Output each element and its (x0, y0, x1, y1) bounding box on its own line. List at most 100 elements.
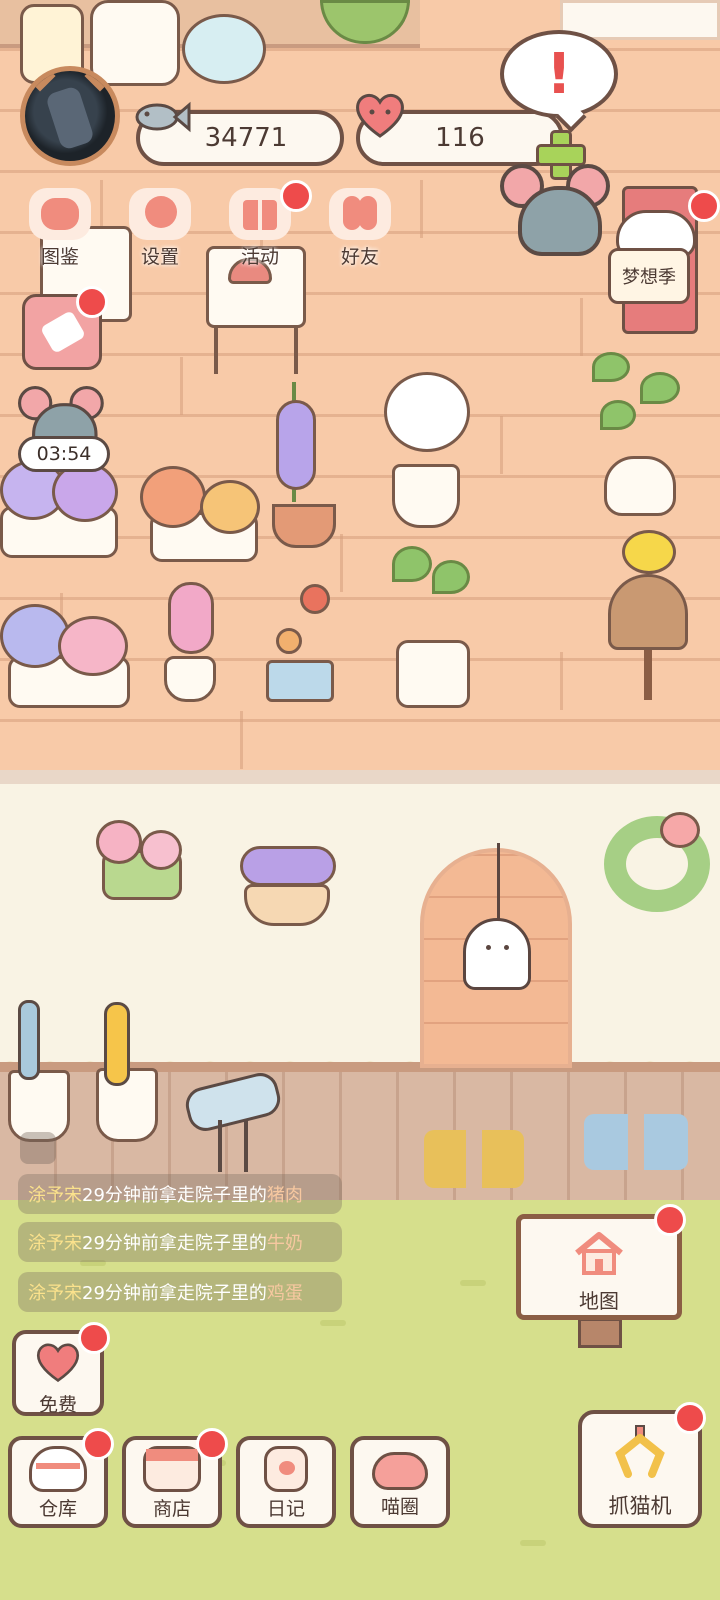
pink-flower (96, 820, 142, 864)
menu-friends-label: 好友 (340, 246, 379, 268)
tulip-flower (300, 584, 330, 614)
warehouse-icon (29, 1446, 87, 1492)
diary-icon (264, 1446, 308, 1492)
fig-leaf (432, 560, 470, 594)
diary-label: 日记 (266, 1498, 305, 1520)
claw-machine-label: 抓猫机 (608, 1494, 672, 1518)
claw-notification-badge (674, 1402, 706, 1434)
brick-line (340, 534, 343, 592)
feed-user: 涂予宋 (28, 1185, 82, 1206)
menu-catalog-label: 图鉴 (40, 246, 79, 268)
gear-icon (129, 188, 191, 240)
menu-settings-label: 设置 (140, 246, 179, 268)
dream-season-button[interactable]: 梦想季 (608, 248, 690, 304)
events-notification-badge (280, 180, 312, 212)
heart-icon (356, 94, 404, 138)
warehouse-notification-badge (82, 1428, 114, 1460)
easel-leg (294, 328, 298, 374)
lily-pot[interactable] (392, 464, 460, 528)
player-avatar[interactable] (20, 66, 120, 166)
eye (504, 945, 509, 950)
orange-flower (140, 466, 206, 528)
warehouse-label: 仓库 (38, 1498, 77, 1520)
grass-tuft (520, 1540, 546, 1546)
alert-bubble[interactable]: ! (500, 30, 618, 118)
brick-line (180, 357, 183, 415)
season-label: 梦想季 (622, 267, 676, 288)
brick-line (580, 298, 583, 356)
map-label: 地图 (579, 1289, 619, 1313)
cat-planet-icon (372, 1452, 428, 1490)
hanging-basket[interactable] (244, 884, 330, 926)
heart-count: 116 (435, 123, 485, 153)
menu-friends[interactable]: 好友 (320, 188, 400, 272)
feed-user: 涂予宋 (28, 1283, 82, 1304)
yellow-umbrella[interactable] (104, 1002, 130, 1086)
fish-icon (135, 101, 191, 133)
ghost-charm[interactable] (463, 843, 531, 990)
free-notification-badge (78, 1322, 110, 1354)
lavender-pot[interactable] (272, 504, 336, 548)
eye (486, 945, 491, 950)
diary-button[interactable]: 日记 (236, 1436, 336, 1528)
shelf-divider (0, 770, 720, 784)
birdhouse-stand[interactable] (608, 574, 688, 650)
yellow-boots[interactable] (424, 1130, 524, 1188)
menu-settings[interactable]: 设置 (120, 188, 200, 272)
shop-icon (143, 1446, 201, 1492)
hyacinth-pot[interactable] (164, 656, 216, 702)
grass-tuft (460, 1280, 486, 1286)
alert-mark: ! (546, 41, 572, 107)
fig-leaf (392, 546, 432, 582)
cat-face-icon (29, 188, 91, 240)
feed-toggle-button[interactable] (20, 1132, 56, 1164)
map-notification-badge (654, 1204, 686, 1236)
feed-user: 涂予宋 (28, 1233, 82, 1254)
cat-circle-label: 喵圈 (380, 1496, 419, 1518)
tulip-flower (276, 628, 302, 654)
brick-line (420, 180, 423, 238)
wreath-flower (660, 812, 700, 848)
brick-line (500, 416, 503, 474)
mouse-body (518, 186, 602, 256)
shop-label: 商店 (152, 1498, 191, 1520)
brick-line (560, 652, 563, 710)
feed-message: 涂予宋 29分钟前拿走院子里的 鸡蛋 (18, 1272, 342, 1312)
tree-leaf (600, 400, 636, 430)
feed-message: 涂予宋 29分钟前拿走院子里的 猪肉 (18, 1174, 342, 1214)
menu-events-label: 活动 (240, 246, 279, 268)
yellow-flower (200, 480, 260, 534)
cat-circle-button[interactable]: 喵圈 (350, 1436, 450, 1528)
feed-text: 29分钟前拿走院子里的 (82, 1283, 267, 1304)
fig-pot[interactable] (396, 640, 470, 708)
tulip-pot[interactable] (266, 660, 334, 702)
tree-leaf (592, 352, 630, 382)
claw-icon (615, 1425, 665, 1478)
fishbowl-decor[interactable] (182, 14, 266, 84)
blue-umbrella[interactable] (18, 1000, 40, 1080)
grumpy-mouse-npc[interactable] (500, 164, 610, 256)
countdown-timer: 03:54 (18, 436, 110, 472)
chick-icon[interactable] (622, 530, 676, 574)
timer-value: 03:54 (36, 443, 92, 465)
map-post (578, 1318, 622, 1348)
heart-icon (36, 1343, 80, 1383)
feed-text: 29分钟前拿走院子里的 (82, 1233, 267, 1254)
feed-message: 涂予宋 29分钟前拿走院子里的 牛奶 (18, 1222, 342, 1262)
menu-catalog[interactable]: 图鉴 (20, 188, 100, 272)
friends-icon (329, 188, 391, 240)
blue-boots[interactable] (584, 1114, 688, 1170)
tree-leaf (640, 372, 680, 404)
stand-pole (644, 650, 652, 700)
feed-item: 猪肉 (266, 1185, 303, 1206)
tree-pot[interactable] (604, 456, 676, 516)
lily-flower (384, 372, 470, 452)
lavender-flower (276, 400, 316, 490)
pink-flower (140, 830, 182, 870)
feed-text: 29分钟前拿走院子里的 (82, 1185, 267, 1206)
easel-leg (214, 328, 218, 374)
feed-item: 牛奶 (266, 1233, 303, 1254)
telescope-tripod (218, 1120, 248, 1172)
shop-notification-badge (196, 1428, 228, 1460)
feed-item: 鸡蛋 (266, 1283, 303, 1304)
